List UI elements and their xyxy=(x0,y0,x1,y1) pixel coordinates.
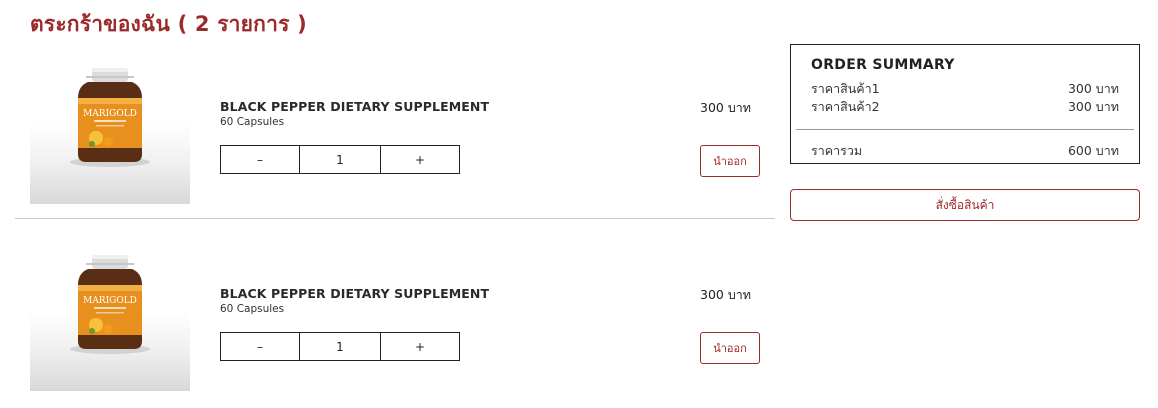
quantity-increment-button[interactable]: + xyxy=(380,145,460,174)
product-image[interactable]: MARIGOLD xyxy=(30,237,190,391)
order-summary: ORDER SUMMARY ราคาสินค้า1 300 บาท ราคาสิ… xyxy=(790,44,1140,164)
product-name[interactable]: BLACK PEPPER DIETARY SUPPLEMENT xyxy=(220,286,489,301)
quantity-decrement-button[interactable]: – xyxy=(220,145,300,174)
summary-divider xyxy=(796,129,1134,130)
supplement-bottle-icon: MARIGOLD xyxy=(70,68,150,167)
quantity-value[interactable]: 1 xyxy=(300,145,380,174)
summary-total-value: 600 บาท xyxy=(1067,143,1119,158)
summary-total-label: ราคารวม xyxy=(811,143,863,158)
product-brand-label: MARIGOLD xyxy=(83,109,137,119)
quantity-stepper: – 1 + xyxy=(220,332,460,361)
item-divider xyxy=(15,218,775,219)
summary-row-value: 300 บาท xyxy=(1067,99,1119,114)
product-variant: 60 Capsules xyxy=(220,116,285,128)
summary-row-label: ราคาสินค้า2 xyxy=(811,99,880,114)
cart-list: MARIGOLD BLACK PEPPER DIETARY SUPPLEMENT… xyxy=(15,50,775,405)
summary-row-value: 300 บาท xyxy=(1067,81,1119,96)
supplement-bottle-icon: MARIGOLD xyxy=(70,255,150,354)
summary-row: ราคาสินค้า2 300 บาท xyxy=(811,97,1119,114)
product-brand-label: MARIGOLD xyxy=(83,296,137,306)
summary-row: ราคาสินค้า1 300 บาท xyxy=(811,79,1119,96)
quantity-stepper: – 1 + xyxy=(220,145,460,174)
page-title: ตระกร้าของฉัน ( 2 รายการ ) xyxy=(30,12,307,36)
product-variant: 60 Capsules xyxy=(220,303,285,315)
checkout-button[interactable]: สั่งซื้อสินค้า xyxy=(790,189,1140,221)
quantity-decrement-button[interactable]: – xyxy=(220,332,300,361)
cart-item: MARIGOLD BLACK PEPPER DIETARY SUPPLEMENT… xyxy=(15,237,775,405)
cart-item: MARIGOLD BLACK PEPPER DIETARY SUPPLEMENT… xyxy=(15,50,775,218)
remove-item-button[interactable]: นำออก xyxy=(700,145,760,177)
order-summary-title: ORDER SUMMARY xyxy=(811,57,955,73)
remove-item-button[interactable]: นำออก xyxy=(700,332,760,364)
summary-row-label: ราคาสินค้า1 xyxy=(811,81,880,96)
summary-total-row: ราคารวม 600 บาท xyxy=(811,141,1119,158)
quantity-increment-button[interactable]: + xyxy=(380,332,460,361)
item-price: 300 บาท xyxy=(700,100,752,115)
product-image[interactable]: MARIGOLD xyxy=(30,50,190,204)
product-name[interactable]: BLACK PEPPER DIETARY SUPPLEMENT xyxy=(220,99,489,114)
item-price: 300 บาท xyxy=(700,287,752,302)
quantity-value[interactable]: 1 xyxy=(300,332,380,361)
